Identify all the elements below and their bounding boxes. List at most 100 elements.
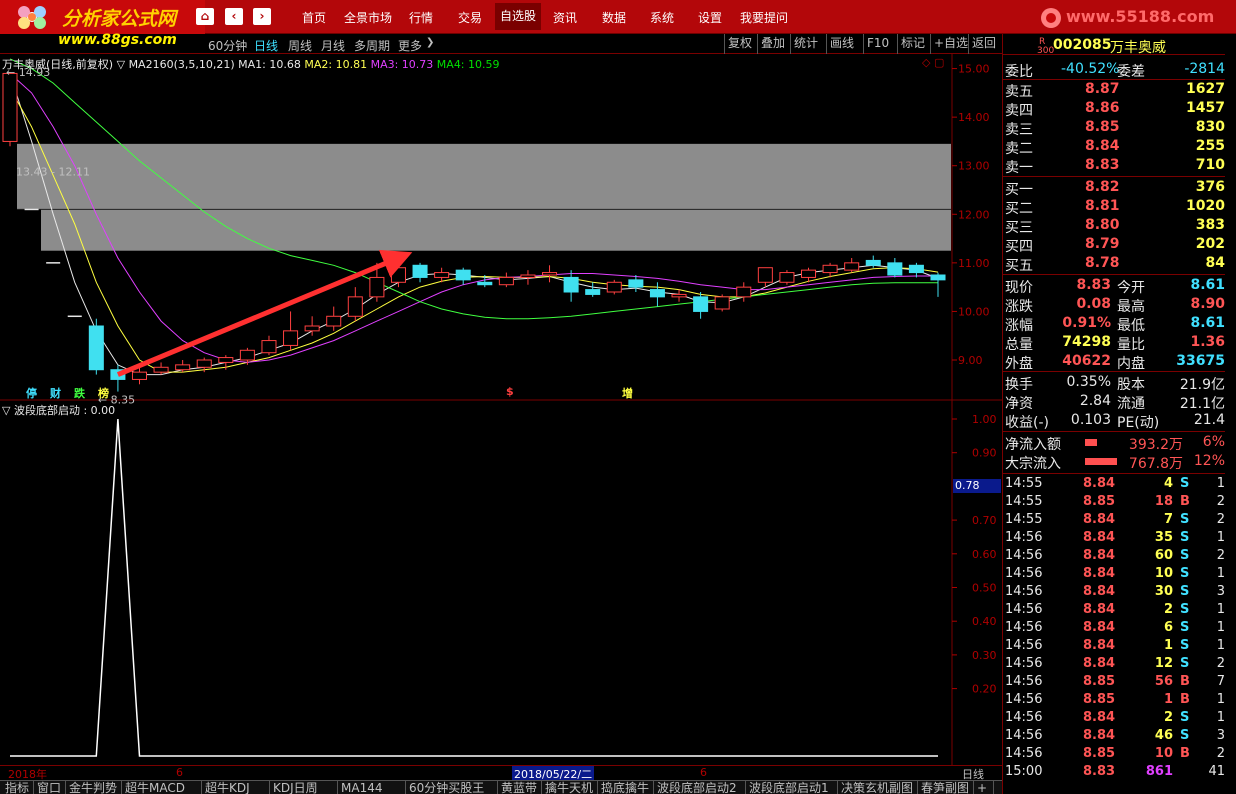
candle[interactable] [671, 289, 687, 302]
candle[interactable] [498, 272, 514, 288]
candle-body [520, 274, 536, 278]
candle[interactable] [455, 267, 471, 285]
period-item[interactable]: 周线 [288, 37, 312, 54]
orderbook-row[interactable]: 买三 8.80 383 [1003, 217, 1225, 236]
period-item[interactable]: 月线 [321, 37, 345, 54]
toolbar-button[interactable]: F10 [863, 34, 892, 54]
indicator-tab[interactable]: 超牛KDJ [202, 781, 270, 794]
level-volume: 1457 [1186, 100, 1225, 116]
indicator-tab[interactable]: MA144 [338, 781, 406, 794]
ma3-label: MA3: 10.73 [370, 58, 434, 71]
stat-value: 8.61 [1190, 277, 1225, 293]
chart-expand-icon[interactable]: ◇ ▢ [922, 56, 944, 69]
candle-body [304, 325, 320, 332]
nav-item[interactable]: 交易 [458, 9, 482, 26]
indicator-tab[interactable]: 指标 [2, 781, 34, 794]
indicator-tab[interactable]: 金牛判势 [66, 781, 122, 794]
toolbar-button[interactable]: 叠加 [757, 34, 788, 54]
candle[interactable] [779, 270, 795, 285]
candle[interactable] [520, 270, 536, 285]
candle[interactable] [110, 364, 126, 392]
period-item[interactable]: 60分钟 [208, 37, 247, 54]
orderbook-row[interactable]: 卖二 8.84 255 [1003, 138, 1225, 157]
indicator-tab[interactable]: 决策玄机副图 [838, 781, 918, 794]
period-item[interactable]: 多周期 [354, 37, 390, 54]
period-item[interactable]: 日线 [254, 37, 278, 54]
candle[interactable] [2, 71, 18, 147]
nav-item[interactable]: 自选股 [495, 3, 542, 30]
y-tick-label: 0.60 [972, 548, 997, 561]
nav-item[interactable]: 资讯 [553, 9, 577, 26]
indicator-tab[interactable]: 擒牛天机 [542, 781, 598, 794]
candle[interactable] [693, 292, 709, 319]
event-tag[interactable]: 停 [26, 385, 37, 401]
candle[interactable] [261, 335, 277, 356]
orderbook-row[interactable]: 买二 8.81 1020 [1003, 198, 1225, 217]
candle-body [412, 264, 428, 278]
candle[interactable] [757, 267, 773, 288]
indicator-tab[interactable]: 波段底部启动2 [654, 781, 746, 794]
candle[interactable] [542, 265, 558, 283]
candle[interactable] [283, 311, 299, 351]
candle[interactable] [347, 287, 363, 322]
candle[interactable] [304, 316, 320, 336]
event-tag[interactable]: 财 [50, 385, 61, 401]
candle[interactable] [153, 362, 169, 375]
indicator-tab[interactable]: 捣底擒牛 [598, 781, 654, 794]
orderbook-row[interactable]: 买一 8.82 376 [1003, 179, 1225, 198]
back-arrow-icon[interactable]: ‹ [225, 8, 243, 25]
nav-item[interactable]: 数据 [602, 9, 626, 26]
nav-item[interactable]: 首页 [302, 9, 326, 26]
toolbar-button[interactable]: 画线 [826, 34, 857, 54]
orderbook-row[interactable]: 卖四 8.86 1457 [1003, 100, 1225, 119]
nav-item[interactable]: 全景市场 [344, 9, 392, 26]
candle[interactable] [326, 306, 342, 331]
indicator-tab[interactable]: + [974, 781, 994, 794]
indicator-tab[interactable]: 60分钟买股王 [406, 781, 498, 794]
period-item[interactable]: 更多 [398, 37, 422, 54]
indicator-tab[interactable]: 超牛MACD [122, 781, 202, 794]
candle[interactable] [736, 282, 752, 302]
candle[interactable] [908, 262, 924, 278]
nav-item[interactable]: 设置 [698, 9, 722, 26]
candle[interactable] [563, 270, 579, 302]
candle[interactable] [930, 272, 946, 297]
toolbar-button[interactable]: 复权 [724, 34, 755, 54]
indicator-tab[interactable]: KDJ日周 [270, 781, 338, 794]
indicator-tab[interactable]: 窗口 [34, 781, 66, 794]
indicator-tab[interactable]: 黄蓝带 [498, 781, 542, 794]
event-tag[interactable]: 榜 [98, 385, 109, 401]
orderbook-row[interactable]: 买四 8.79 202 [1003, 236, 1225, 255]
indicator-tab[interactable]: 波段底部启动1 [746, 781, 838, 794]
orderbook-row[interactable]: 卖五 8.87 1627 [1003, 81, 1225, 100]
forward-arrow-icon[interactable]: › [253, 8, 271, 25]
more-chevron-icon[interactable]: ❯ [426, 37, 434, 48]
nav-item[interactable]: 行情 [409, 9, 433, 26]
event-tag[interactable]: $ [506, 385, 514, 398]
candle[interactable] [649, 282, 665, 307]
candle[interactable] [88, 318, 104, 375]
candle[interactable] [844, 258, 860, 273]
candle[interactable] [606, 279, 622, 295]
toolbar-button[interactable]: +自选 [930, 34, 971, 54]
orderbook-row[interactable]: 卖三 8.85 830 [1003, 119, 1225, 138]
indicator-toggle-icon[interactable]: ▽ [2, 404, 10, 417]
chart-canvas[interactable]: 15.00 14.00 13.00 12.00 11.00 10.00 9.00 1.00 0.… [0, 54, 1002, 794]
candle[interactable] [714, 294, 730, 312]
event-tag[interactable]: 增 [622, 385, 633, 401]
toolbar-button[interactable]: 统计 [790, 34, 821, 54]
candle[interactable] [585, 282, 601, 297]
toolbar-button[interactable]: 标记 [897, 34, 928, 54]
nav-item[interactable]: 我要提问 [740, 9, 788, 26]
orderbook-row[interactable]: 卖一 8.83 710 [1003, 157, 1225, 176]
home-icon[interactable]: ⌂ [196, 8, 214, 25]
indicator-tab[interactable]: 春笋副图 [918, 781, 974, 794]
candle[interactable] [412, 262, 428, 283]
nav-item[interactable]: 系统 [650, 9, 674, 26]
tick-time: 15:00 [1005, 764, 1043, 779]
orderbook-row[interactable]: 买五 8.78 84 [1003, 255, 1225, 274]
candle-body [563, 276, 579, 293]
candle[interactable] [887, 258, 903, 278]
event-tag[interactable]: 跌 [74, 385, 85, 401]
toolbar-button[interactable]: 返回 [968, 34, 999, 54]
